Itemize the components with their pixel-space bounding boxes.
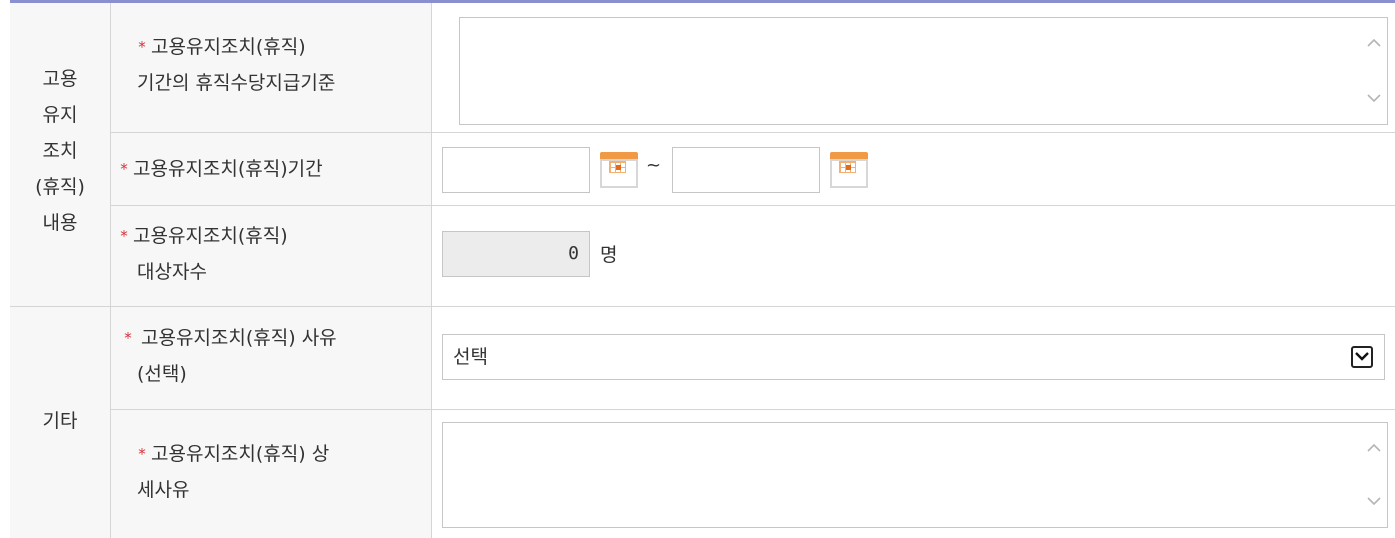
section-other-label: 기타 <box>42 410 78 432</box>
label-text: 고용유지조치(휴직) <box>151 36 306 58</box>
value-cell-target-count: 0 명 <box>432 206 1395 307</box>
value-cell-period: ~ <box>432 133 1395 206</box>
required-mark: * <box>120 160 128 178</box>
calendar-icon[interactable] <box>600 152 638 188</box>
field-label-detail-reason: * 고용유지조치(휴직) 상 세사유 <box>133 436 329 508</box>
field-label-period: * 고용유지조치(휴직)기간 <box>115 151 323 187</box>
detail-reason-textarea[interactable] <box>442 422 1388 528</box>
target-count-unit: 명 <box>600 244 618 266</box>
field-label-target-count: * 고용유지조치(휴직) 대상자수 <box>115 218 288 290</box>
chevron-down-icon[interactable] <box>1361 491 1387 513</box>
chevron-up-icon[interactable] <box>1361 32 1387 54</box>
label-cell-target-count: * 고용유지조치(휴직) 대상자수 <box>111 206 432 307</box>
label-text: 대상자수 <box>137 261 207 283</box>
reason-select-value: 선택 <box>453 346 488 368</box>
section-label-line: 조치 <box>42 140 78 162</box>
label-text: 고용유지조치(휴직)기간 <box>133 158 323 180</box>
label-text: 고용유지조치(휴직) <box>133 225 288 247</box>
field-label-reason: * 고용유지조치(휴직) 사유 (선택) <box>115 320 337 392</box>
required-mark: * <box>138 38 146 56</box>
section-label-line: 유지 <box>42 104 78 126</box>
chevron-down-icon[interactable] <box>1361 88 1387 110</box>
section-label-line: 내용 <box>42 212 78 234</box>
label-text: 고용유지조치(휴직) 사유 <box>141 327 337 349</box>
value-cell-allowance-criteria <box>432 3 1395 133</box>
period-start-input[interactable] <box>442 147 590 193</box>
dropdown-arrow-icon[interactable] <box>1351 346 1373 368</box>
section-label-line: 고용 <box>42 68 78 90</box>
label-text: (선택) <box>137 363 187 385</box>
label-cell-allowance-criteria: * 고용유지조치(휴직) 기간의 휴직수당지급기준 <box>111 3 432 133</box>
required-mark: * <box>124 329 132 347</box>
field-label-allowance-criteria: * 고용유지조치(휴직) 기간의 휴직수당지급기준 <box>133 29 335 101</box>
section-employment-label: 고용 유지 조치 (휴직) 내용 <box>10 61 110 241</box>
label-text: 고용유지조치(휴직) 상 <box>151 443 330 465</box>
calendar-icon[interactable] <box>830 152 868 188</box>
target-count-input: 0 <box>442 231 590 277</box>
section-label-line: (휴직) <box>35 176 85 198</box>
textarea-scrollbar[interactable] <box>1361 18 1387 124</box>
label-cell-reason: * 고용유지조치(휴직) 사유 (선택) <box>111 307 432 410</box>
value-cell-reason: 선택 <box>432 307 1395 410</box>
chevron-up-icon[interactable] <box>1361 437 1387 459</box>
label-cell-period: * 고용유지조치(휴직)기간 <box>111 133 432 206</box>
textarea-scrollbar[interactable] <box>1361 423 1387 527</box>
label-text: 기간의 휴직수당지급기준 <box>137 72 336 94</box>
allowance-criteria-textarea[interactable] <box>459 17 1388 125</box>
label-text: 세사유 <box>137 479 190 501</box>
required-mark: * <box>138 445 146 463</box>
section-employment-retention: 고용 유지 조치 (휴직) 내용 <box>10 3 111 307</box>
required-mark: * <box>120 227 128 245</box>
period-end-input[interactable] <box>672 147 820 193</box>
label-cell-detail-reason: * 고용유지조치(휴직) 상 세사유 <box>111 410 432 538</box>
reason-select[interactable]: 선택 <box>442 334 1385 380</box>
section-other: 기타 <box>10 307 111 538</box>
period-separator: ~ <box>646 155 662 176</box>
value-cell-detail-reason <box>432 410 1395 538</box>
